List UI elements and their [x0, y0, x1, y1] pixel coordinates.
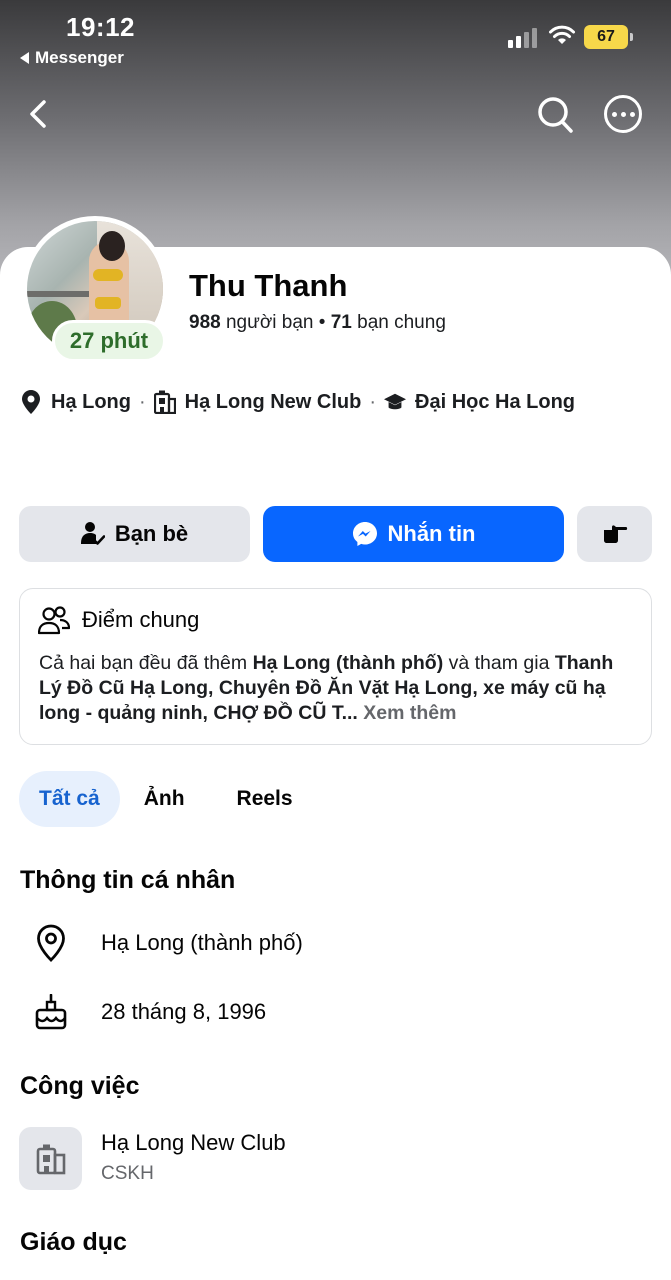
mutual-label: bạn chung [351, 312, 446, 333]
active-time-badge: 27 phút [52, 320, 166, 362]
friends-label: người bạn [220, 312, 314, 333]
back-chevron-icon[interactable] [22, 94, 58, 134]
birthday-cake-icon [30, 994, 72, 1030]
tab-photos[interactable]: Ảnh [124, 771, 205, 827]
search-icon[interactable] [536, 94, 574, 134]
profile-meta: Hạ Long · Hạ Long New Club · Đại Học Ha … [20, 390, 575, 414]
education-title: Giáo dục [20, 1228, 127, 1256]
profile-name: Thu Thanh [189, 268, 348, 303]
info-row-birthday: 28 tháng 8, 1996 [30, 994, 266, 1030]
message-button-label: Nhắn tin [387, 521, 476, 546]
people-icon [38, 606, 70, 635]
profile-tabs: Tất cả Ảnh Reels [19, 771, 313, 827]
common-description: Cả hai bạn đều đã thêm Hạ Long (thành ph… [39, 652, 614, 724]
common-interests-card[interactable]: Điểm chung Cả hai bạn đều đã thêm Hạ Lon… [19, 588, 652, 745]
poke-hand-icon [603, 525, 627, 543]
common-title: Điểm chung [82, 607, 200, 632]
meta-school[interactable]: Đại Học Ha Long [415, 391, 575, 414]
messenger-icon [352, 522, 377, 546]
counts-separator: • [313, 312, 331, 333]
status-bar: 19:12 Messenger 67 [0, 0, 671, 80]
back-triangle-icon [20, 52, 29, 64]
back-app-label: Messenger [35, 48, 124, 67]
friends-button[interactable]: Bạn bè [19, 506, 250, 562]
friends-button-label: Bạn bè [114, 521, 189, 546]
info-row-city: Hạ Long (thành phố) [30, 924, 303, 962]
work-title: Công việc [20, 1072, 140, 1100]
location-pin-icon [20, 390, 42, 414]
more-options-icon[interactable] [604, 95, 642, 133]
friends-count: 988 [189, 312, 221, 333]
work-company[interactable]: Hạ Long New Club [101, 1130, 286, 1156]
status-time: 19:12 [66, 12, 135, 42]
poke-button[interactable] [577, 506, 652, 562]
wifi-icon [549, 25, 575, 44]
tab-all[interactable]: Tất cả [19, 771, 120, 827]
tab-reels[interactable]: Reels [217, 771, 313, 827]
friend-check-icon [80, 522, 105, 545]
cellular-signal-icon [508, 28, 537, 48]
info-city: Hạ Long (thành phố) [101, 930, 303, 955]
graduation-cap-icon [384, 390, 407, 414]
meta-location[interactable]: Hạ Long [51, 391, 131, 414]
friend-counts[interactable]: 988 người bạn • 71 bạn chung [189, 312, 446, 334]
building-icon [153, 390, 176, 414]
meta-workplace[interactable]: Hạ Long New Club [185, 391, 362, 414]
mutual-count: 71 [330, 312, 352, 333]
see-more-link[interactable]: Xem thêm [358, 702, 456, 724]
company-building-icon[interactable] [19, 1127, 82, 1190]
back-to-app-link[interactable]: Messenger [20, 48, 124, 68]
work-role: CSKH [101, 1163, 154, 1184]
message-button[interactable]: Nhắn tin [263, 506, 564, 562]
personal-info-title: Thông tin cá nhân [20, 866, 236, 894]
battery-indicator: 67 [584, 25, 633, 49]
location-pin-outline-icon [30, 924, 72, 962]
info-birthday: 28 tháng 8, 1996 [101, 999, 267, 1024]
